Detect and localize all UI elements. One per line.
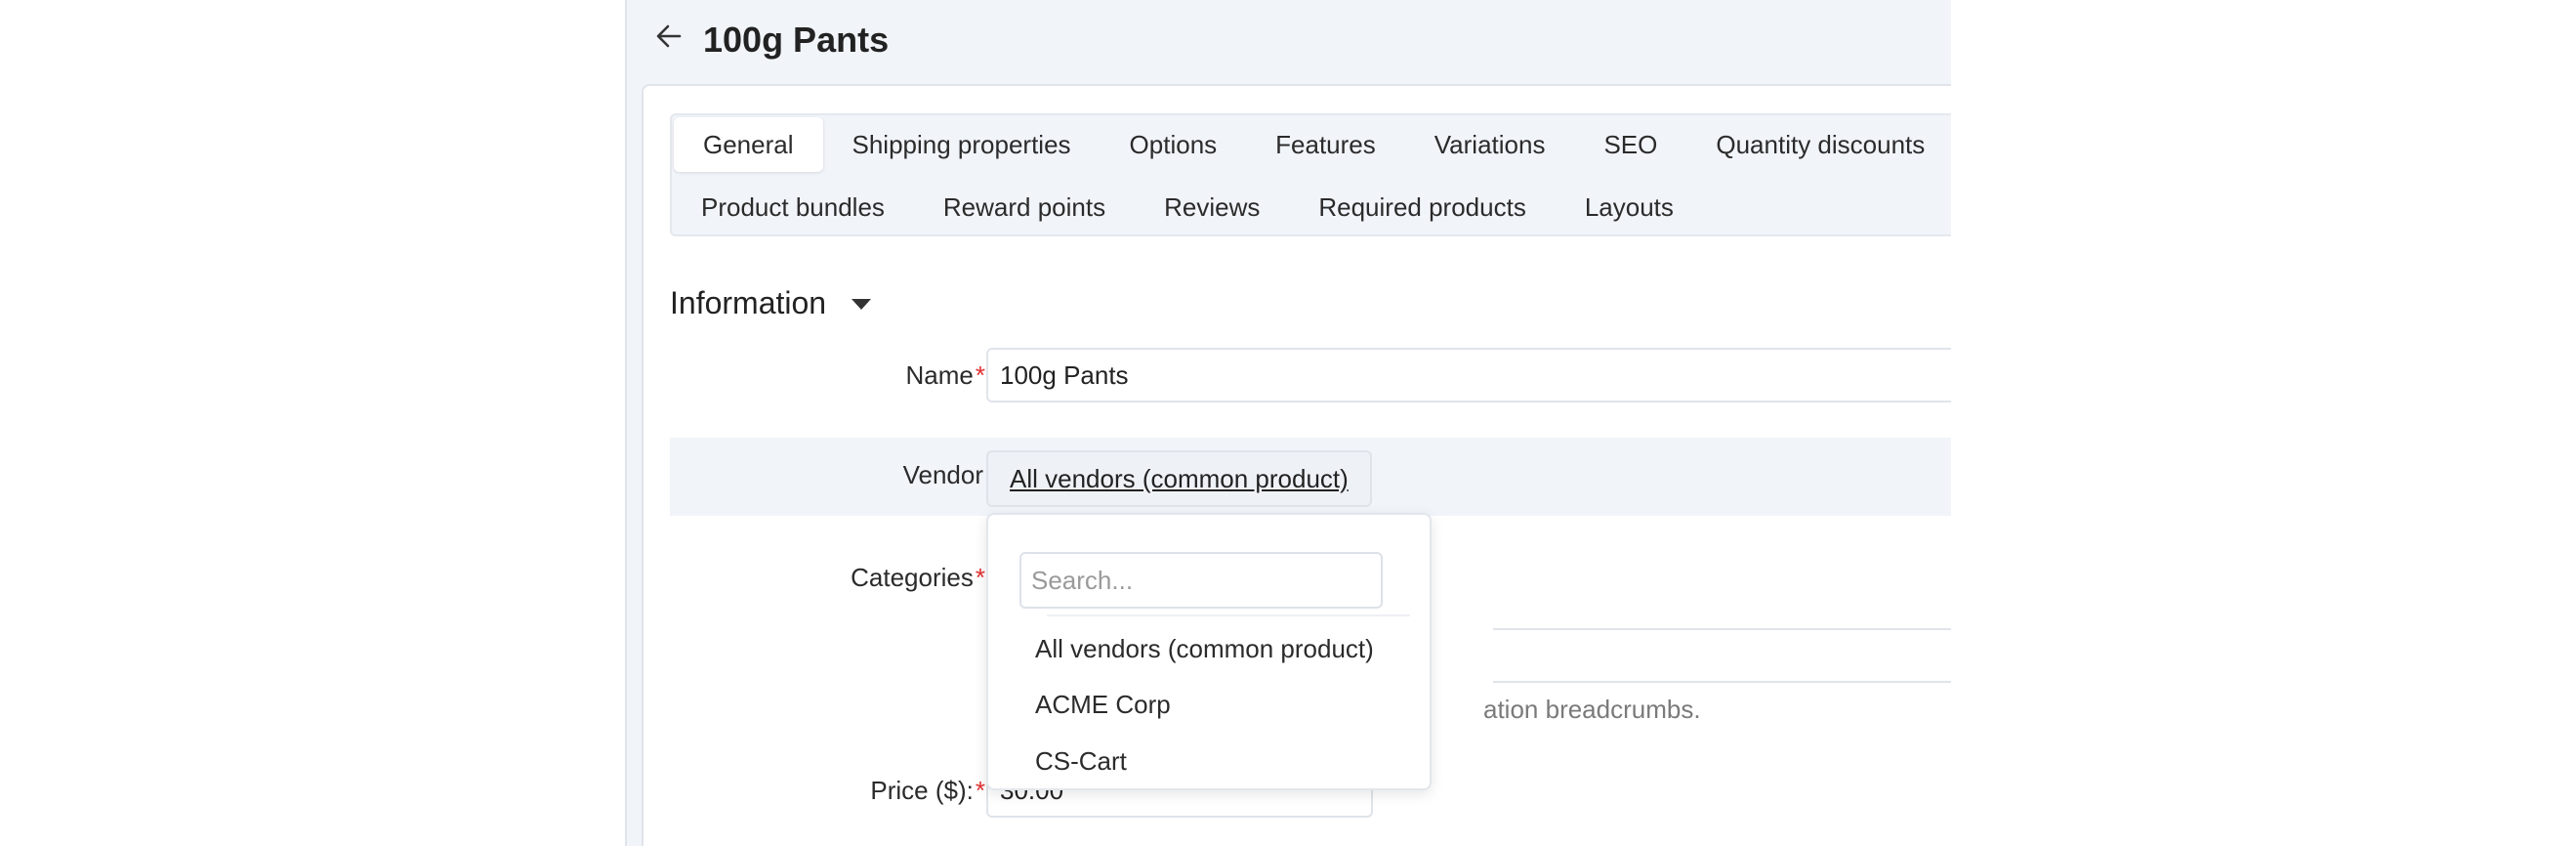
tab-required-products[interactable]: Required products (1289, 180, 1555, 234)
required-marker: * (975, 360, 985, 390)
tab-general[interactable]: General (674, 117, 823, 172)
name-field[interactable]: 100g Pants (986, 348, 1951, 402)
tab-quantity-discounts[interactable]: Quantity discounts (1686, 117, 1951, 172)
vendor-option-all[interactable]: All vendors (common product) (1035, 631, 1374, 666)
content-panel: General Shipping properties Options Feat… (642, 84, 1951, 846)
name-label: Name* (905, 360, 985, 390)
page-title: 100g Pants (703, 20, 890, 60)
tab-options[interactable]: Options (1101, 117, 1247, 172)
tab-variations[interactable]: Variations (1405, 117, 1575, 172)
required-marker: * (975, 563, 985, 592)
vendor-label: Vendor (902, 460, 983, 489)
tab-reviews[interactable]: Reviews (1135, 180, 1289, 234)
categories-label: Categories* (851, 563, 985, 592)
categories-field-border (1493, 681, 1951, 683)
vendor-dropdown: Search... All vendors (common product) A… (986, 513, 1432, 790)
tab-layouts[interactable]: Layouts (1556, 180, 1703, 234)
vendor-search-input[interactable]: Search... (1019, 552, 1383, 609)
arrow-left-icon[interactable] (654, 21, 684, 51)
tab-seo[interactable]: SEO (1574, 117, 1686, 172)
vendor-option-acme[interactable]: ACME Corp (1035, 687, 1171, 722)
tab-product-bundles[interactable]: Product bundles (672, 180, 914, 234)
tab-features[interactable]: Features (1246, 117, 1405, 172)
page-header: 100g Pants (627, 0, 1951, 84)
tab-reward-points[interactable]: Reward points (914, 180, 1135, 234)
app-window: 100g Pants General Shipping properties O… (625, 0, 1951, 846)
caret-down-icon (852, 298, 872, 310)
vendor-option-cs-cart[interactable]: CS-Cart (1035, 743, 1127, 779)
section-title: Information (670, 285, 827, 320)
vendor-select-button[interactable]: All vendors (common product) (986, 450, 1372, 507)
tab-bar: General Shipping properties Options Feat… (670, 113, 1951, 236)
price-label: Price ($):* (870, 776, 985, 805)
categories-field-border (1493, 628, 1951, 630)
required-marker: * (975, 776, 985, 805)
section-information-toggle[interactable]: Information (670, 281, 872, 324)
categories-hint: ation breadcrumbs. (1483, 695, 1701, 724)
tab-shipping-properties[interactable]: Shipping properties (823, 117, 1101, 172)
dropdown-divider (1047, 614, 1410, 616)
